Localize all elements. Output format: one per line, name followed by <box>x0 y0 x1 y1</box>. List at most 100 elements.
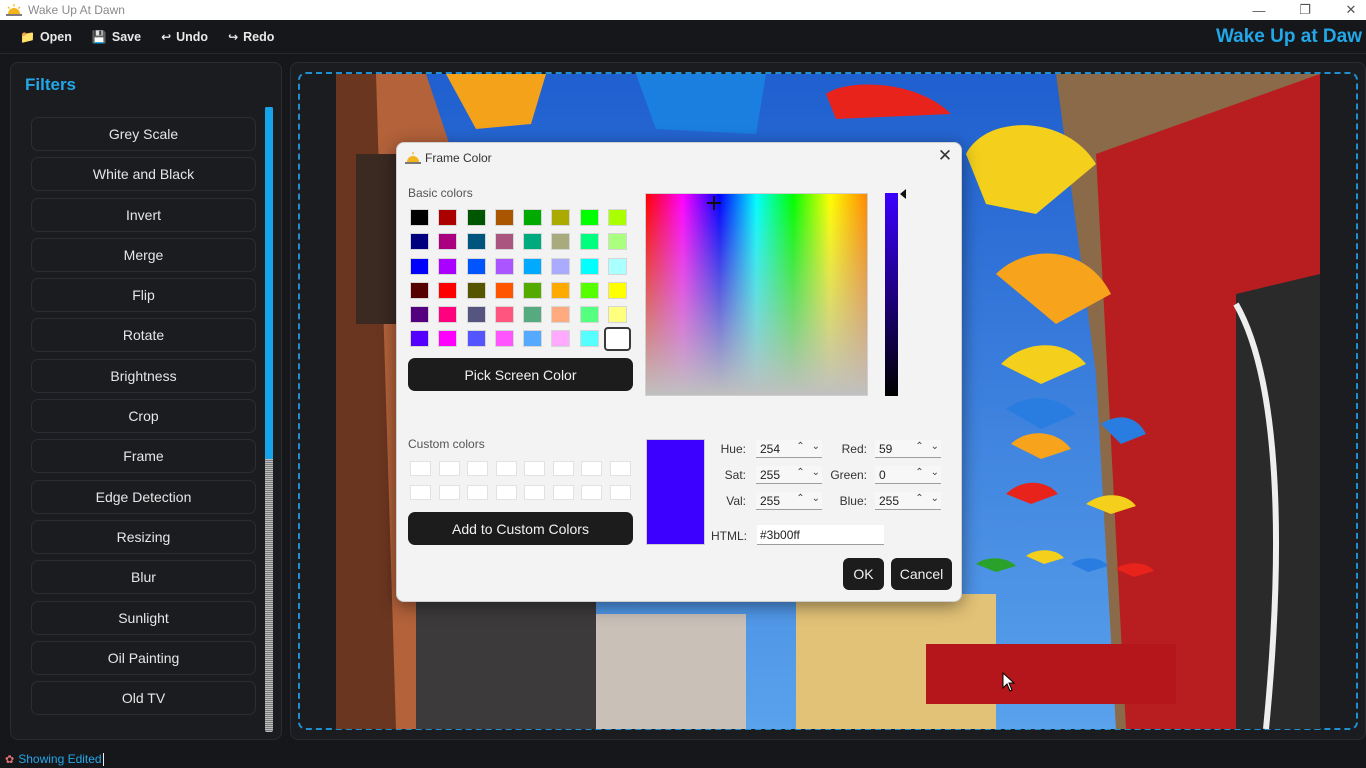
maximize-button[interactable]: ❐ <box>1282 0 1328 20</box>
basic-color-swatch[interactable] <box>523 281 543 299</box>
custom-color-swatch[interactable] <box>467 461 488 476</box>
filter-edge-detection-button[interactable]: Edge Detection <box>31 479 256 514</box>
custom-color-swatch[interactable] <box>467 485 488 500</box>
red-spinbox[interactable]: 59 ⌃ ⌄ <box>875 440 941 458</box>
custom-color-swatch[interactable] <box>524 485 545 500</box>
basic-color-swatch[interactable] <box>551 306 571 324</box>
basic-color-swatch[interactable] <box>410 257 429 275</box>
basic-color-swatch[interactable] <box>551 330 571 348</box>
basic-color-swatch[interactable] <box>466 257 486 275</box>
custom-color-swatch[interactable] <box>438 485 460 500</box>
basic-color-swatch[interactable] <box>608 306 628 324</box>
custom-color-swatch[interactable] <box>524 461 545 476</box>
basic-color-swatch[interactable] <box>438 281 458 299</box>
basic-color-swatch[interactable] <box>523 330 543 348</box>
spin-up-icon[interactable]: ⌃ <box>796 441 804 452</box>
pick-screen-color-button[interactable]: Pick Screen Color <box>408 358 633 391</box>
save-button[interactable]: 💾 Save <box>92 26 141 48</box>
basic-color-swatch[interactable] <box>466 281 486 299</box>
green-spinbox[interactable]: 0 ⌃ ⌄ <box>875 466 941 484</box>
basic-color-swatch[interactable] <box>466 330 486 348</box>
filter-resizing-button[interactable]: Resizing <box>31 519 256 554</box>
basic-color-swatch[interactable] <box>579 233 599 251</box>
custom-color-swatch[interactable] <box>609 461 631 476</box>
basic-color-swatch[interactable] <box>523 257 543 275</box>
close-window-button[interactable]: ✕ <box>1328 0 1366 20</box>
basic-color-swatch[interactable] <box>608 257 628 275</box>
spin-up-icon[interactable]: ⌃ <box>915 441 923 452</box>
basic-color-swatch[interactable] <box>523 306 543 324</box>
cancel-button[interactable]: Cancel <box>891 558 952 590</box>
basic-color-swatch[interactable] <box>604 326 632 351</box>
basic-color-swatch[interactable] <box>551 209 571 226</box>
basic-color-swatch[interactable] <box>579 281 599 299</box>
basic-color-swatch[interactable] <box>494 233 514 251</box>
filter-flip-button[interactable]: Flip <box>31 278 256 313</box>
luminance-slider-handle[interactable] <box>900 189 906 199</box>
color-spectrum-picker[interactable] <box>645 193 868 396</box>
basic-color-swatch[interactable] <box>466 306 486 324</box>
spin-down-icon[interactable]: ⌄ <box>931 467 939 478</box>
basic-color-swatch[interactable] <box>494 209 514 226</box>
basic-color-swatch[interactable] <box>410 233 429 251</box>
basic-color-swatch[interactable] <box>466 209 486 226</box>
basic-color-swatch[interactable] <box>494 257 514 275</box>
basic-color-swatch[interactable] <box>410 209 429 226</box>
filter-crop-button[interactable]: Crop <box>31 399 256 434</box>
filter-brightness-button[interactable]: Brightness <box>31 358 256 393</box>
sat-spinbox[interactable]: 255 ⌃ ⌄ <box>756 466 822 484</box>
basic-color-swatch[interactable] <box>438 257 458 275</box>
basic-color-swatch[interactable] <box>410 306 429 324</box>
basic-color-swatch[interactable] <box>438 233 458 251</box>
redo-button[interactable]: ↪ Redo <box>228 26 274 48</box>
open-button[interactable]: 📁 Open <box>20 26 72 48</box>
spin-up-icon[interactable]: ⌃ <box>796 467 804 478</box>
basic-color-swatch[interactable] <box>608 281 628 299</box>
filter-sunlight-button[interactable]: Sunlight <box>31 600 256 635</box>
basic-color-swatch[interactable] <box>579 257 599 275</box>
spin-down-icon[interactable]: ⌄ <box>812 467 820 478</box>
filter-oil-painting-button[interactable]: Oil Painting <box>31 640 256 675</box>
custom-color-swatch[interactable] <box>495 485 517 500</box>
filter-rotate-button[interactable]: Rotate <box>31 318 256 353</box>
custom-color-swatch[interactable] <box>410 485 431 500</box>
basic-color-swatch[interactable] <box>551 281 571 299</box>
dialog-close-button[interactable]: ✕ <box>935 146 955 166</box>
basic-color-swatch[interactable] <box>579 306 599 324</box>
filter-white-and-black-button[interactable]: White and Black <box>31 157 256 192</box>
spin-down-icon[interactable]: ⌄ <box>931 493 939 504</box>
custom-color-swatch[interactable] <box>410 461 431 476</box>
spin-down-icon[interactable]: ⌄ <box>931 441 939 452</box>
basic-color-swatch[interactable] <box>523 209 543 226</box>
filter-old-tv-button[interactable]: Old TV <box>31 681 256 716</box>
filter-blur-button[interactable]: Blur <box>31 560 256 595</box>
basic-color-swatch[interactable] <box>438 306 458 324</box>
custom-color-swatch[interactable] <box>581 485 602 500</box>
hue-spinbox[interactable]: 254 ⌃ ⌄ <box>756 440 822 458</box>
html-color-input[interactable]: #3b00ff <box>757 525 884 545</box>
filter-frame-button[interactable]: Frame <box>31 439 256 474</box>
basic-color-swatch[interactable] <box>466 233 486 251</box>
basic-color-swatch[interactable] <box>551 233 571 251</box>
filter-grey-scale-button[interactable]: Grey Scale <box>31 117 256 151</box>
filter-merge-button[interactable]: Merge <box>31 237 256 272</box>
basic-color-swatch[interactable] <box>579 209 599 226</box>
spin-down-icon[interactable]: ⌄ <box>812 441 820 452</box>
filters-scrollbar-thumb[interactable] <box>265 107 273 459</box>
ok-button[interactable]: OK <box>843 558 884 590</box>
basic-color-swatch[interactable] <box>494 330 514 348</box>
basic-color-swatch[interactable] <box>438 330 458 348</box>
filter-invert-button[interactable]: Invert <box>31 197 256 232</box>
spin-up-icon[interactable]: ⌃ <box>796 493 804 504</box>
add-to-custom-colors-button[interactable]: Add to Custom Colors <box>408 512 633 545</box>
basic-color-swatch[interactable] <box>608 209 628 226</box>
undo-button[interactable]: ↩ Undo <box>161 26 208 48</box>
basic-color-swatch[interactable] <box>608 233 628 251</box>
basic-color-swatch[interactable] <box>410 281 429 299</box>
basic-color-swatch[interactable] <box>410 330 429 348</box>
basic-color-swatch[interactable] <box>438 209 458 226</box>
custom-color-swatch[interactable] <box>609 485 631 500</box>
luminance-slider[interactable] <box>885 193 898 396</box>
val-spinbox[interactable]: 255 ⌃ ⌄ <box>756 492 822 510</box>
blue-spinbox[interactable]: 255 ⌃ ⌄ <box>875 492 941 510</box>
